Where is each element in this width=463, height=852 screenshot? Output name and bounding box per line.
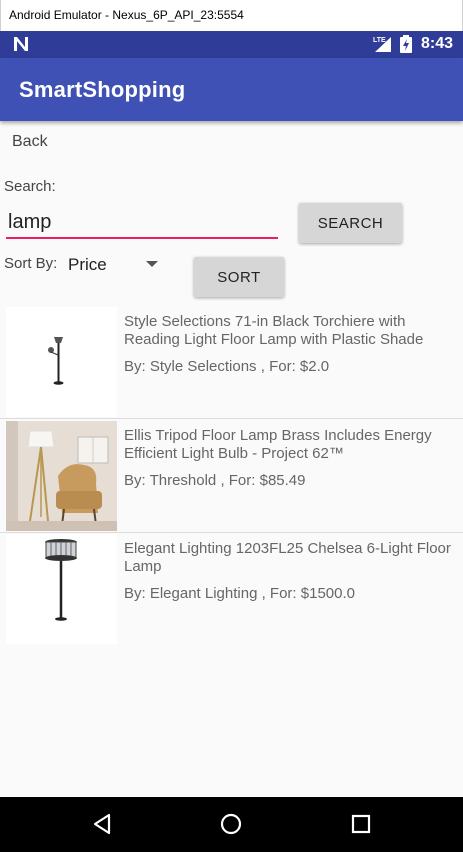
status-bar: LTE 8:43	[0, 31, 463, 58]
recents-square-icon[interactable]	[346, 809, 376, 839]
product-name: Style Selections 71-in Black Torchiere w…	[124, 313, 424, 348]
app-bar: SmartShopping	[0, 58, 463, 121]
status-time: 8:43	[421, 35, 454, 52]
divider	[0, 418, 463, 419]
sort-dropdown[interactable]: Price	[68, 253, 164, 279]
navigation-bar	[0, 797, 463, 852]
list-item[interactable]: Ellis Tripod Floor Lamp Brass Includes E…	[0, 421, 463, 534]
sort-selected-value: Price	[68, 255, 107, 274]
dropdown-arrow-icon	[146, 261, 158, 267]
product-meta: By: Elegant Lighting , For: $1500.0	[124, 585, 355, 602]
back-button[interactable]: Back	[12, 133, 48, 151]
product-meta: By: Style Selections , For: $2.0	[124, 358, 330, 375]
list-item[interactable]: Style Selections 71-in Black Torchiere w…	[0, 307, 463, 420]
sort-by-label: Sort By:	[4, 255, 58, 272]
lte-signal-icon: LTE	[373, 36, 391, 52]
search-button[interactable]: SEARCH	[299, 203, 402, 243]
emulator-window-title: Android Emulator - Nexus_6P_API_23:5554	[0, 0, 463, 31]
product-image-tripod-lamp	[6, 421, 117, 531]
notification-n-icon	[14, 37, 28, 51]
list-item[interactable]: Elegant Lighting 1203FL25 Chelsea 6-Ligh…	[0, 534, 463, 647]
app-title: SmartShopping	[19, 77, 186, 102]
product-meta: By: Threshold , For: $85.49	[124, 472, 306, 489]
product-image-torchiere-lamp	[6, 307, 117, 417]
product-name: Elegant Lighting 1203FL25 Chelsea 6-Ligh…	[124, 540, 451, 575]
product-name: Ellis Tripod Floor Lamp Brass Includes E…	[124, 427, 432, 462]
product-image-chelsea-lamp	[6, 534, 117, 644]
home-circle-icon[interactable]	[216, 809, 246, 839]
network-type-label: LTE	[373, 37, 386, 44]
search-label: Search:	[4, 178, 56, 195]
battery-charging-icon	[400, 35, 412, 53]
search-input[interactable]	[6, 207, 278, 239]
back-triangle-icon[interactable]	[88, 809, 118, 839]
sort-button[interactable]: SORT	[194, 257, 284, 297]
divider	[0, 532, 463, 533]
